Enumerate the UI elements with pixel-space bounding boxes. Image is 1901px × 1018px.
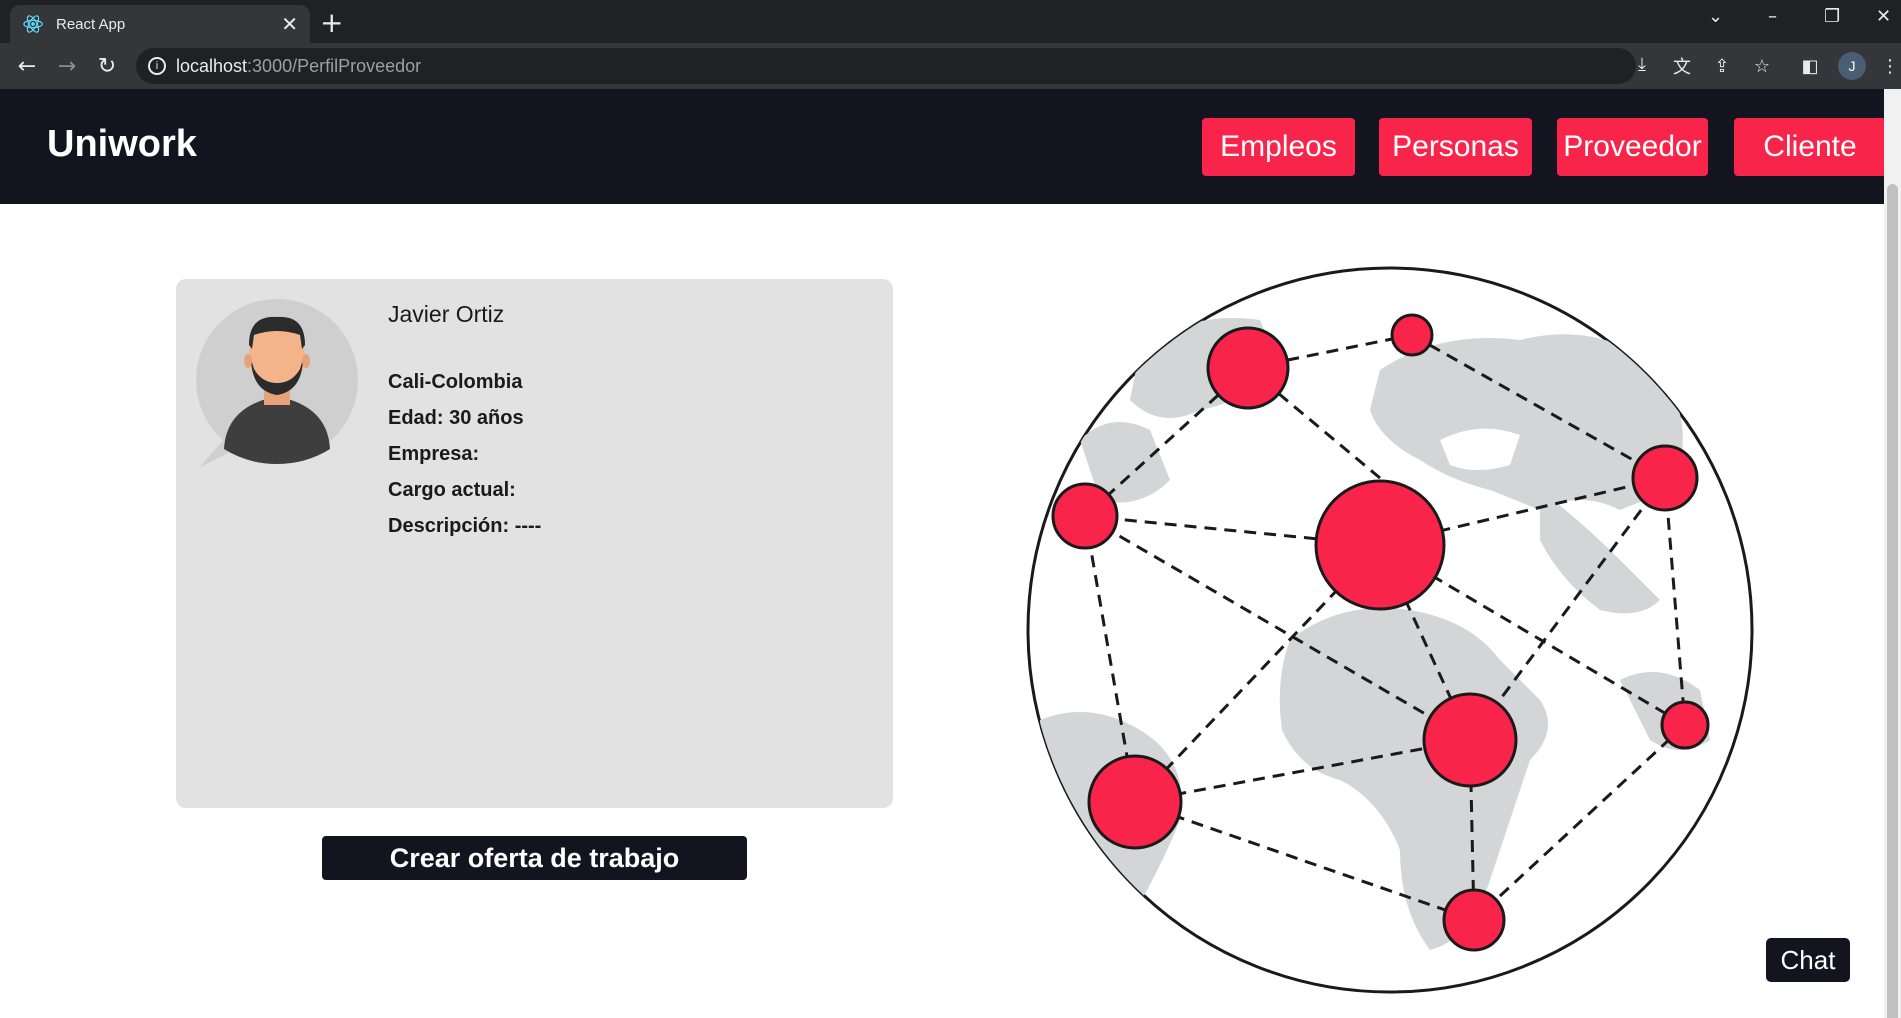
browser-chrome: React App ✕ + ⌄ – ❐ ✕ ← → ↻ i localhost:…: [0, 0, 1901, 89]
browser-tab[interactable]: React App ✕: [10, 5, 310, 43]
profile-card: Javier Ortiz Cali-Colombia Edad: 30 años…: [176, 279, 893, 808]
profile-name: Javier Ortiz: [388, 301, 505, 327]
app-header: Uniwork Empleos Personas Proveedor Clien…: [0, 89, 1901, 204]
profile-location: Cali-Colombia: [388, 371, 523, 393]
menu-icon[interactable]: ⋮: [1878, 55, 1901, 77]
create-job-offer-button[interactable]: Crear oferta de trabajo: [322, 836, 747, 880]
back-icon[interactable]: ←: [12, 51, 42, 81]
profile-company: Empresa:: [388, 443, 480, 465]
nav-empleos[interactable]: Empleos: [1202, 118, 1355, 176]
nav-cliente[interactable]: Cliente: [1734, 118, 1886, 176]
tab-title: React App: [56, 15, 126, 33]
translate-icon[interactable]: 文: [1670, 55, 1694, 78]
chat-button[interactable]: Chat: [1766, 938, 1850, 982]
reload-icon[interactable]: ↻: [92, 51, 122, 81]
url-host: localhost: [176, 55, 248, 76]
browser-toolbar: ← → ↻ i localhost:3000/PerfilProveedor ⤓…: [0, 43, 1901, 89]
info-icon[interactable]: i: [148, 57, 166, 75]
profile-position: Cargo actual:: [388, 479, 516, 501]
restore-icon[interactable]: ❐: [1824, 6, 1840, 27]
profile-age: Edad: 30 años: [388, 407, 524, 429]
nav-proveedor[interactable]: Proveedor: [1557, 118, 1708, 176]
sidepanel-icon[interactable]: ◧: [1798, 55, 1822, 77]
star-icon[interactable]: ☆: [1750, 55, 1774, 77]
minimize-icon[interactable]: –: [1768, 6, 1777, 27]
share-icon[interactable]: ⇪: [1710, 55, 1734, 77]
address-bar[interactable]: i localhost:3000/PerfilProveedor: [136, 48, 1636, 84]
react-icon: [23, 15, 43, 33]
install-icon[interactable]: ⤓: [1630, 53, 1654, 75]
forward-icon[interactable]: →: [52, 51, 82, 81]
scrollbar-thumb[interactable]: [1887, 184, 1898, 1018]
chevron-down-icon[interactable]: ⌄: [1708, 6, 1723, 27]
profile-avatar-button[interactable]: J: [1838, 52, 1866, 80]
brand-logo[interactable]: Uniwork: [47, 123, 197, 166]
plus-icon[interactable]: +: [320, 6, 343, 39]
app-root: React App ✕ + ⌄ – ❐ ✕ ← → ↻ i localhost:…: [0, 0, 1901, 1018]
globe-network-illustration: [1026, 266, 1754, 994]
profile-info: Javier Ortiz Cali-Colombia Edad: 30 años…: [388, 301, 541, 544]
window-close-icon[interactable]: ✕: [1876, 6, 1891, 27]
nav-personas[interactable]: Personas: [1379, 118, 1532, 176]
url-path: :3000/PerfilProveedor: [247, 55, 422, 76]
close-icon[interactable]: ✕: [281, 12, 298, 36]
profile-description: Descripción: ----: [388, 515, 542, 537]
page-scrollbar[interactable]: [1884, 89, 1901, 1018]
avatar: [196, 299, 358, 467]
